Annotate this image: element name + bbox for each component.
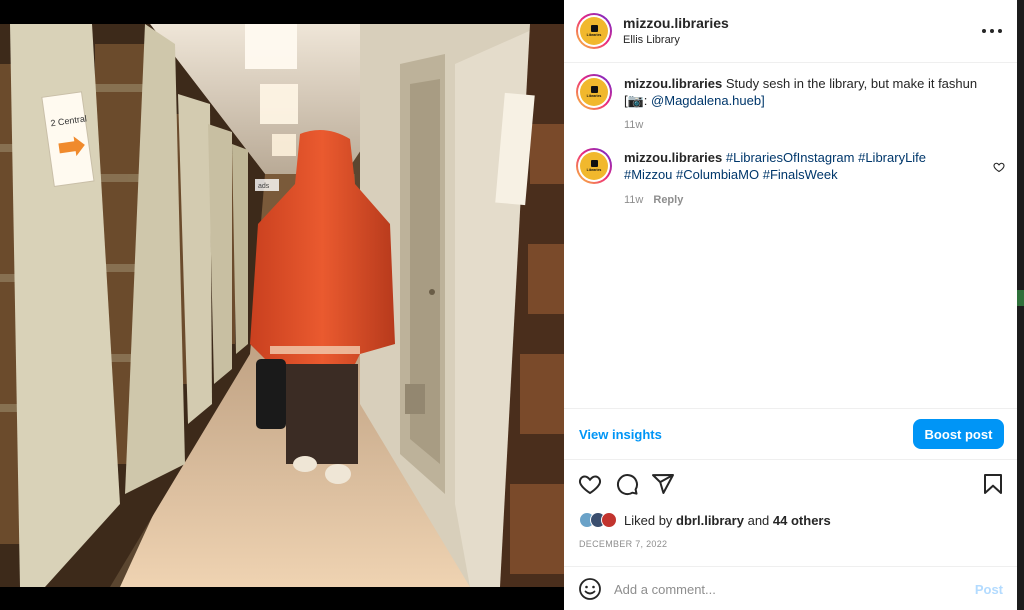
caption-text: mizzou.libraries Study sesh in the libra…: [624, 75, 994, 109]
add-comment-bar: Post: [564, 566, 1017, 610]
share-send-icon[interactable]: [651, 472, 675, 496]
liker-avatar[interactable]: [601, 512, 617, 528]
bookmark-icon[interactable]: [981, 472, 1005, 496]
likes-prefix: Liked by: [624, 512, 673, 528]
likes-others-link[interactable]: 44 others: [773, 513, 831, 528]
add-comment-input[interactable]: [614, 579, 944, 599]
post-header: Libraries mizzou.libraries Ellis Library: [564, 0, 1017, 63]
action-bar: [564, 470, 1017, 498]
caption-mention-link[interactable]: @Magdalena.hueb]: [651, 93, 765, 108]
caption-avatar[interactable]: Libraries: [576, 74, 612, 110]
more-horizontal-icon[interactable]: [982, 21, 1002, 41]
likes-joiner: and: [747, 512, 770, 528]
comment-bubble-icon[interactable]: [615, 472, 639, 496]
shelf-label-text: ads: [258, 183, 270, 190]
view-insights-link[interactable]: View insights: [579, 427, 662, 442]
post-comment-button[interactable]: Post: [975, 582, 1003, 597]
like-heart-icon[interactable]: [578, 472, 602, 496]
caption-age: 11w: [624, 119, 644, 131]
post-photo[interactable]: 2 Central ads: [0, 24, 564, 587]
post-side-panel: Libraries mizzou.libraries Ellis Library…: [564, 0, 1017, 610]
emoji-icon[interactable]: [578, 577, 602, 601]
author-username[interactable]: mizzou.libraries: [623, 15, 729, 31]
boost-post-button[interactable]: Boost post: [913, 419, 1004, 449]
likes-summary: Liked by dbrl.library and 44 others: [579, 510, 831, 530]
liker-username[interactable]: dbrl.library: [676, 513, 744, 528]
comment-age: 11w: [624, 194, 644, 206]
comment-username[interactable]: mizzou.libraries: [624, 150, 722, 165]
comment-meta: 11w Reply: [624, 194, 683, 206]
insights-bar: View insights Boost post: [564, 408, 1017, 460]
caption: Libraries mizzou.libraries Study sesh in…: [564, 74, 1017, 134]
comment-item: Libraries mizzou.libraries #LibrariesOfI…: [564, 148, 1017, 208]
overlay-backdrop-top: [0, 0, 564, 24]
comment-avatar[interactable]: Libraries: [576, 148, 612, 184]
post-location[interactable]: Ellis Library: [623, 34, 680, 46]
post-date: DECEMBER 7, 2022: [579, 539, 668, 549]
comment-like-icon[interactable]: [993, 161, 1005, 173]
caption-username[interactable]: mizzou.libraries: [624, 76, 722, 91]
likes-text: Liked by dbrl.library and 44 others: [624, 513, 831, 528]
comment-text: mizzou.libraries #LibrariesOfInstagram #…: [624, 149, 974, 183]
overlay-backdrop-right: [1017, 0, 1024, 610]
reply-button[interactable]: Reply: [653, 194, 683, 206]
author-avatar[interactable]: Libraries: [576, 13, 612, 49]
overlay-backdrop-bottom: [0, 587, 564, 610]
